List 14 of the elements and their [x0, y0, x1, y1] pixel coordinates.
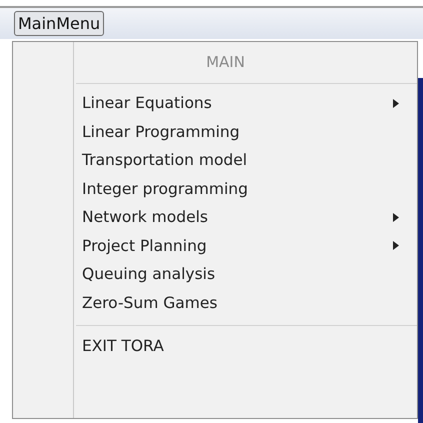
menu-item[interactable]: Linear Equations	[74, 89, 417, 118]
menu-item[interactable]: Queuing analysis	[74, 260, 417, 288]
menu-item[interactable]: Zero-Sum Games	[74, 288, 417, 317]
menu-item[interactable]: Integer programming	[74, 174, 417, 203]
menu-item[interactable]: Linear Programming	[74, 118, 417, 146]
submenu-arrow-icon	[393, 241, 399, 250]
main-menu-button[interactable]: MainMenu	[14, 11, 104, 36]
submenu-arrow-icon	[393, 98, 399, 108]
menu-item[interactable]: EXIT TORA	[74, 332, 417, 360]
menu-item[interactable]: Network models	[74, 203, 417, 232]
menu-item[interactable]: Transportation model	[74, 146, 417, 174]
submenu-arrow-icon	[393, 212, 399, 222]
menu-item[interactable]: Project Planning	[74, 232, 417, 260]
menu-header: MAIN	[205, 52, 246, 73]
